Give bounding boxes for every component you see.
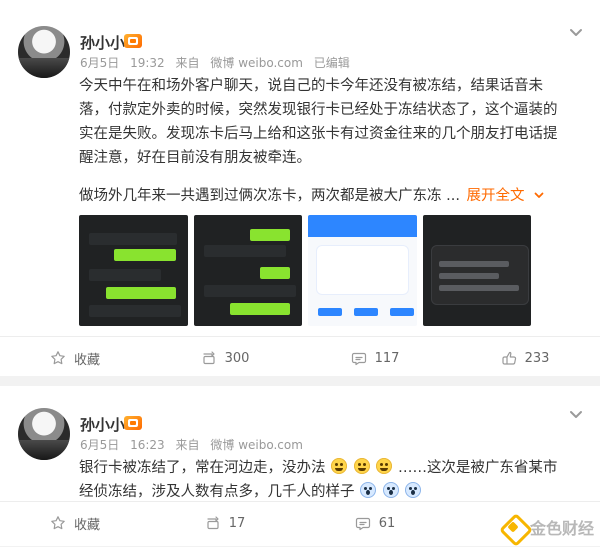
post-meta: 6月5日 19:32 来自 微博 weibo.com 已编辑 [80,54,357,71]
post-date: 6月5日 [80,438,120,452]
star-icon [50,515,66,531]
post-image-thumbnail[interactable] [193,215,302,326]
dialog-text-line [438,273,499,279]
comment-icon [355,515,371,531]
chat-bubble-left [89,305,181,317]
post-actions-bar: 收藏 300 117 233 [0,336,600,380]
watermark-text: 金色财经 [529,519,594,538]
more-options-icon[interactable] [568,24,584,40]
bank-app-button [390,308,414,316]
post-text: 银行卡被冻结了，常在河边走，没办法 ……这次是被广东省某市经侦冻结，涉及人数有点… [79,456,569,504]
collect-label: 收藏 [73,352,100,368]
weibo-post-card: 孙小小 6月5日 16:23 来自 微博 weibo.com 银行卡被冻结了，常… [0,386,600,546]
post-time: 19:32 [130,56,165,70]
comment-button[interactable]: 61 [300,501,450,545]
like-button[interactable]: 233 [450,336,600,380]
vip-badge-icon [124,416,142,430]
post-image-thumbnail[interactable] [79,215,188,326]
repost-button[interactable]: 300 [150,336,300,380]
avatar[interactable] [18,26,70,78]
post-paragraph-2: 做场外几年来一共遇到过俩次冻卡，两次都是被大广东冻 ... 展开全文 [79,184,569,208]
repost-icon [205,515,221,531]
from-prefix: 来自 [175,56,200,70]
tear-laugh-emoji [376,458,393,474]
avatar[interactable] [18,408,70,460]
chat-bubble-left [89,233,177,245]
post-time: 16:23 [130,438,165,452]
comment-count: 117 [374,350,400,366]
chat-bubble-right [113,249,176,261]
username[interactable]: 孙小小 [80,414,125,435]
chat-bubble-right [250,229,290,241]
more-options-icon[interactable] [568,406,584,422]
watermark: 金色财经 [502,514,594,540]
username[interactable]: 孙小小 [80,32,125,53]
avatar-band [18,58,70,78]
chat-bubble-left [89,269,161,281]
bank-app-button [354,308,378,316]
vip-badge-icon [124,34,142,48]
collect-button[interactable]: 收藏 [0,501,150,545]
shock-emoji [360,482,377,498]
post-text-prefix: 银行卡被冻结了，常在河边走，没办法 [79,460,326,476]
post-content: 今天中午在和场外客户聊天，说自己的卡今年还没有被冻结，结果话音未落，付款定外卖的… [79,74,569,208]
expand-full-text-label: 展开全文 [466,188,525,204]
weibo-post-card: 孙小小 6月5日 19:32 来自 微博 weibo.com 已编辑 今天中午在… [0,0,600,376]
like-count: 233 [524,350,550,366]
post-image-grid [79,215,531,326]
bank-app-header [308,215,417,237]
collect-button[interactable]: 收藏 [0,336,150,380]
post-edited-status: 已编辑 [313,56,350,70]
dialog-text-line [438,261,509,267]
watermark-logo-icon [502,516,524,538]
chat-bubble-right [230,303,290,315]
tear-laugh-emoji [331,458,348,474]
shock-emoji [382,482,399,498]
post-source: 微博 weibo.com [210,56,303,70]
shock-emoji [405,482,422,498]
comment-button[interactable]: 117 [300,336,450,380]
star-icon [50,350,66,366]
from-prefix: 来自 [175,438,200,452]
chat-bubble-right [105,287,176,299]
repost-button[interactable]: 17 [150,501,300,545]
expand-full-text-link[interactable]: 展开全文 [467,188,546,204]
chat-bubble-right [260,267,290,279]
repost-icon [201,350,217,366]
post-paragraph-2-text: 做场外几年来一共遇到过俩次冻卡，两次都是被大广东冻 ... [79,188,460,204]
expand-chevron-icon [533,185,545,198]
repost-count: 300 [224,350,250,366]
comment-count: 61 [378,515,396,531]
bank-app-button [318,308,342,316]
chat-bubble-left [203,245,286,257]
dialog-text-line [438,285,519,291]
post-meta: 6月5日 16:23 来自 微博 weibo.com [80,436,310,453]
chat-bubble-left [203,285,296,297]
post-image-thumbnail[interactable] [422,215,531,326]
comment-icon [351,350,367,366]
tear-laugh-emoji [353,458,370,474]
thumbs-up-icon [501,350,517,366]
account-details-panel [316,245,409,295]
post-date: 6月5日 [80,56,120,70]
post-paragraph-1: 今天中午在和场外客户聊天，说自己的卡今年还没有被冻结，结果话音未落，付款定外卖的… [79,78,558,166]
post-source: 微博 weibo.com [210,438,303,452]
collect-label: 收藏 [73,517,100,533]
post-image-thumbnail[interactable] [308,215,417,326]
avatar-band [18,440,70,460]
post-content: 银行卡被冻结了，常在河边走，没办法 ……这次是被广东省某市经侦冻结，涉及人数有点… [79,456,569,504]
repost-count: 17 [228,515,246,531]
